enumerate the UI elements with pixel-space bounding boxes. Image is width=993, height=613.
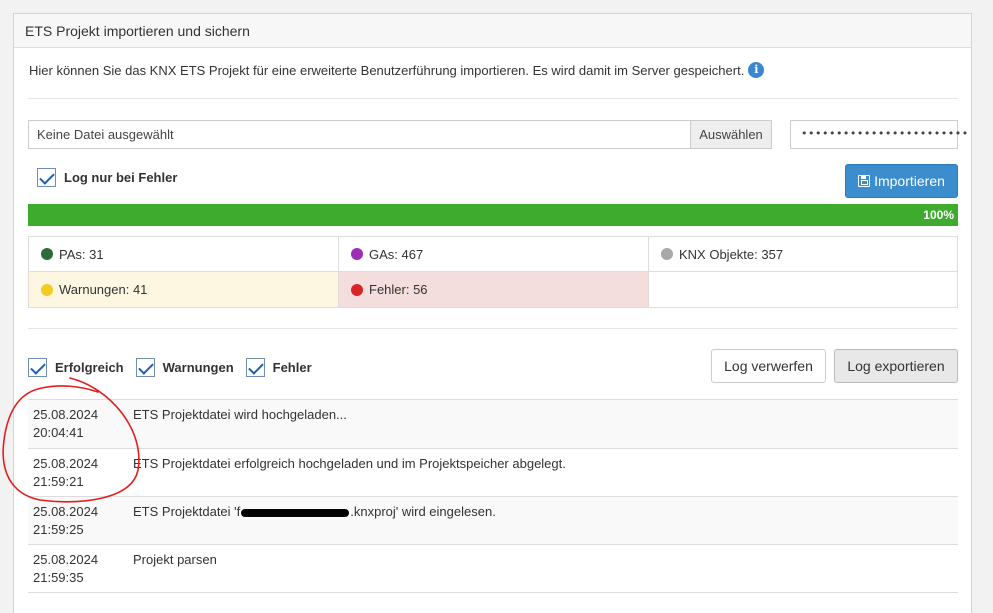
log-only-errors-option[interactable]: Log nur bei Fehler (37, 168, 177, 187)
filter-success-label: Erfolgreich (55, 360, 124, 375)
filter-warnings-label: Warnungen (162, 360, 234, 375)
log-timestamp: 25.08.2024 21:59:35 (28, 545, 133, 592)
save-icon (858, 175, 871, 187)
log-message: ETS Projektdatei erfolgreich hochgeladen… (133, 456, 566, 471)
log-message: ETS Projektdatei wird hochgeladen... (133, 407, 347, 422)
status-dot-icon (661, 248, 673, 260)
log-row: 25.08.2024 20:04:41 ETS Projektdatei wir… (28, 399, 958, 448)
log-date: 25.08.2024 (33, 552, 99, 567)
progress-fill: 100% (28, 204, 958, 226)
log-row (28, 592, 958, 602)
stat-label: Warnungen: 41 (59, 282, 148, 297)
progress-bar: 100% (28, 204, 958, 226)
log-timestamp: 25.08.2024 20:04:41 (28, 400, 133, 448)
log-timestamp: 25.08.2024 21:59:25 (28, 497, 133, 544)
filter-errors-label: Fehler (272, 360, 312, 375)
log-only-errors-checkbox[interactable] (37, 168, 56, 187)
password-field[interactable]: •••••••••••••••••••••••• (790, 120, 968, 149)
log-only-errors-label: Log nur bei Fehler (64, 170, 178, 185)
stat-pas: PAs: 31 (29, 237, 339, 272)
stat-warnings: Warnungen: 41 (29, 272, 339, 307)
stats-grid: PAs: 31 GAs: 467 KNX Objekte: 357 Warnun… (28, 236, 958, 308)
import-button[interactable]: Importieren (845, 164, 958, 198)
file-input[interactable]: Keine Datei ausgewählt Auswählen (28, 120, 772, 149)
filter-warnings[interactable]: Warnungen (135, 358, 234, 377)
log-date: 25.08.2024 (33, 504, 99, 519)
log-date: 25.08.2024 (33, 407, 99, 422)
stat-label: Fehler: 56 (369, 282, 428, 297)
progress-label: 100% (923, 208, 954, 222)
log-timestamp: 25.08.2024 21:59:21 (28, 449, 133, 496)
discard-log-button[interactable]: Log verwerfen (711, 349, 826, 383)
stat-label: KNX Objekte: 357 (679, 246, 784, 262)
log-time: 20:04:41 (33, 425, 84, 440)
stat-knx-objects: KNX Objekte: 357 (649, 237, 957, 272)
status-dot-icon (41, 248, 53, 260)
status-dot-icon (41, 283, 53, 296)
log-table: 25.08.2024 20:04:41 ETS Projektdatei wir… (28, 399, 958, 602)
description: Hier können Sie das KNX ETS Projekt für … (29, 62, 765, 78)
stat-errors: Fehler: 56 (339, 272, 649, 307)
log-row: 25.08.2024 21:59:35 Projekt parsen (28, 544, 958, 592)
status-dot-icon (351, 283, 363, 296)
log-message-prefix: ETS Projektdatei 'f (133, 504, 241, 519)
import-button-label: Importieren (874, 173, 945, 189)
filter-errors[interactable]: Fehler (245, 358, 312, 377)
stat-label: GAs: 467 (369, 246, 424, 262)
info-circle-icon[interactable]: i (748, 62, 765, 78)
log-time: 21:59:35 (33, 570, 84, 585)
log-row: 25.08.2024 21:59:25 ETS Projektdatei 'f.… (28, 496, 958, 544)
log-message: ETS Projektdatei 'f .knxproj' wird eingel… (133, 497, 958, 544)
log-message-suffix: .knxproj' wird eingelesen. (350, 504, 496, 519)
log-message: Projekt parsen (133, 552, 217, 567)
stat-empty (649, 272, 957, 307)
browse-button[interactable]: Auswählen (690, 121, 771, 148)
filter-errors-checkbox[interactable] (245, 358, 265, 377)
log-date: 25.08.2024 (33, 456, 99, 471)
description-text: Hier können Sie das KNX ETS Projekt für … (29, 62, 745, 78)
stat-label: PAs: 31 (59, 246, 104, 262)
log-row: 25.08.2024 21:59:21 ETS Projektdatei erf… (28, 448, 958, 496)
file-name-display[interactable]: Keine Datei ausgewählt (29, 121, 690, 148)
import-panel: ETS Projekt importieren und sichern Hier… (13, 13, 972, 613)
log-time: 21:59:25 (33, 522, 84, 537)
divider (28, 328, 958, 329)
divider (28, 98, 958, 99)
filter-warnings-checkbox[interactable] (135, 358, 155, 377)
log-time: 21:59:21 (33, 474, 84, 489)
panel-title: ETS Projekt importieren und sichern (14, 14, 971, 48)
redaction-mark (241, 508, 350, 517)
filter-success-checkbox[interactable] (28, 358, 47, 377)
status-dot-icon (351, 248, 363, 260)
log-filters: Erfolgreich Warnungen Fehler (28, 358, 324, 377)
export-log-button[interactable]: Log exportieren (834, 349, 958, 383)
stat-gas: GAs: 467 (339, 237, 649, 272)
filter-success[interactable]: Erfolgreich (28, 358, 124, 377)
